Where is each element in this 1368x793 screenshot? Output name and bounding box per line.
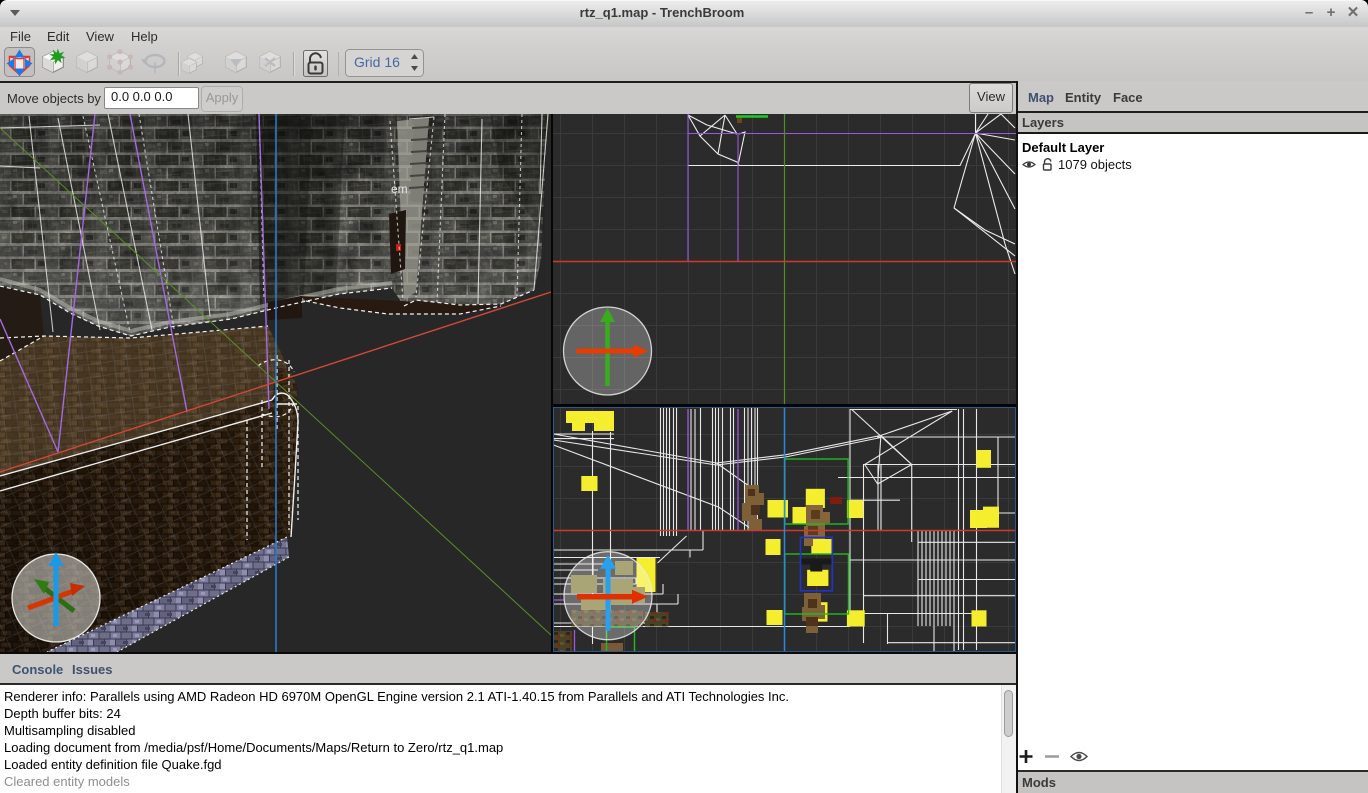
svg-text:em: em	[391, 182, 408, 196]
svg-text:Grid 16: Grid 16	[354, 54, 400, 70]
